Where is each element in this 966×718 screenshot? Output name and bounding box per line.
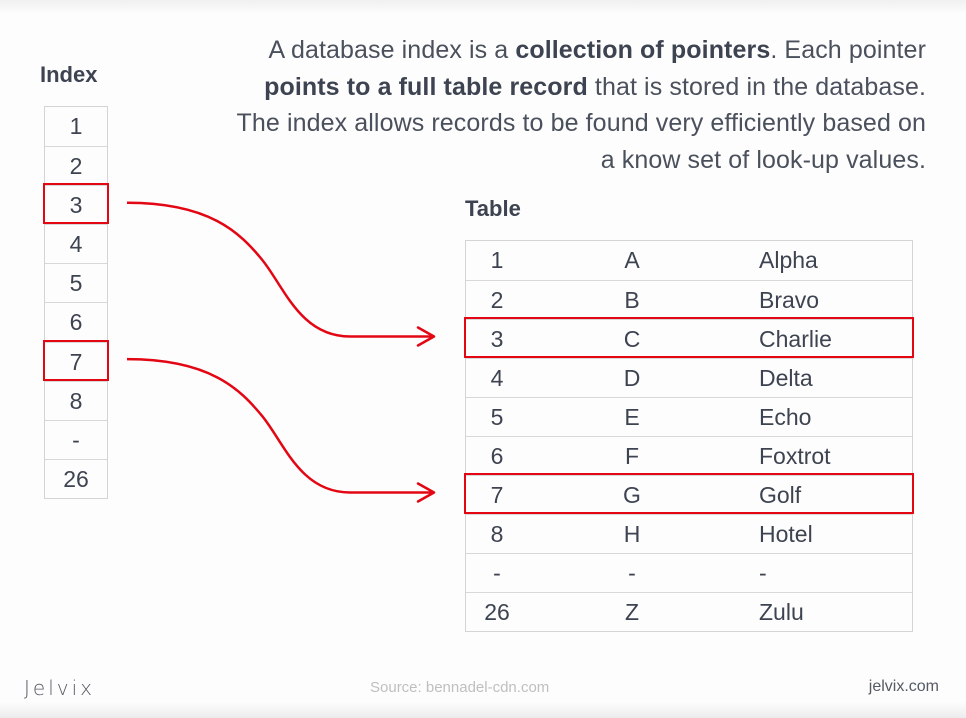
pointer-arrow <box>126 201 436 347</box>
row-name-cell: Charlie <box>759 326 832 352</box>
row-name-cell: Foxtrot <box>759 443 831 469</box>
row-name-cell: Zulu <box>759 599 804 625</box>
row-id-cell: 4 <box>490 365 504 391</box>
row-id-cell: - <box>493 560 501 586</box>
table-row: 2 B Bravo <box>466 280 912 319</box>
row-id-cell: 7 <box>490 482 504 508</box>
table-title: Table <box>465 196 521 221</box>
source-credit: Source: bennadel-cdn.com <box>370 679 550 696</box>
bottom-shade <box>0 702 966 718</box>
row-id-cell: 1 <box>490 247 504 273</box>
row-letter-cell: F <box>624 443 640 469</box>
row-letter-cell: E <box>624 404 640 430</box>
row-name-cell: Bravo <box>759 287 820 313</box>
row-name-cell: Alpha <box>759 247 818 273</box>
table-row: 8 H Hotel <box>466 514 912 553</box>
table-row: 4 D Delta <box>466 358 912 397</box>
index-cell: 7 <box>45 341 107 381</box>
description-emphasis: collection of pointers <box>515 36 771 64</box>
description-segment: . Each pointer <box>770 36 926 64</box>
row-id-cell: 6 <box>490 443 504 469</box>
index-cell: 6 <box>45 302 107 341</box>
row-name-cell: Delta <box>759 365 813 391</box>
row-id-cell: 5 <box>490 404 504 430</box>
row-letter-cell: C <box>623 326 641 352</box>
row-letter-cell: G <box>623 482 641 508</box>
description-text: A database index is a collection of poin… <box>226 32 926 178</box>
row-name-cell: Echo <box>759 404 812 430</box>
row-letter-cell: A <box>624 247 640 273</box>
pointer-arrow-line <box>126 357 434 494</box>
row-name-cell: Hotel <box>759 521 813 547</box>
table-row: --- <box>466 553 912 592</box>
index-cell: 3 <box>45 185 107 224</box>
table-row: 3 C Charlie <box>466 319 912 358</box>
table-row: 1 A Alpha <box>466 241 912 280</box>
row-name-cell: - <box>759 560 767 586</box>
row-id-cell: 3 <box>490 326 504 352</box>
table-row: 26 Z Zulu <box>466 592 912 631</box>
index-cell: 1 <box>69 113 83 139</box>
description-emphasis: points to a full table record <box>264 72 588 101</box>
site-link[interactable]: jelvix.com <box>869 678 939 696</box>
index-cell: 8 <box>45 380 107 420</box>
row-letter-cell: - <box>628 560 636 586</box>
top-shade <box>0 0 966 14</box>
row-id-cell: 26 <box>484 599 510 625</box>
description-segment: A database index is a <box>268 36 516 64</box>
pointer-arrow <box>126 357 436 503</box>
pointer-arrow-line <box>126 201 434 338</box>
index-column: 1 2 3 4 5 6 7 8-26 <box>44 106 108 499</box>
row-letter-cell: Z <box>624 599 640 625</box>
table-row: 5 E Echo <box>466 397 912 436</box>
arrowhead-icon <box>416 482 436 503</box>
index-cell: 5 <box>45 263 107 302</box>
row-id-cell: 8 <box>490 521 504 547</box>
index-title: Index <box>40 62 98 87</box>
index-cell: 4 <box>45 224 107 263</box>
data-table: 1 A Alpha 2 B Bravo 3 C Charlie 4 D Delta 5 E Echo 6 F Fo… <box>465 240 913 632</box>
row-letter-cell: B <box>624 287 640 313</box>
table-row: 6 F Foxtrot <box>466 436 912 475</box>
index-cell: - <box>45 419 107 459</box>
row-name-cell: Golf <box>759 482 802 508</box>
index-cell: 2 <box>45 146 107 185</box>
row-id-cell: 2 <box>490 287 504 313</box>
jelvix-logo: Jelvix <box>24 676 95 700</box>
table-row: 7 G Golf <box>466 475 912 514</box>
row-letter-cell: D <box>623 365 641 391</box>
index-cell: 26 <box>45 458 107 498</box>
row-letter-cell: H <box>623 521 641 547</box>
arrowhead-icon <box>416 326 436 347</box>
